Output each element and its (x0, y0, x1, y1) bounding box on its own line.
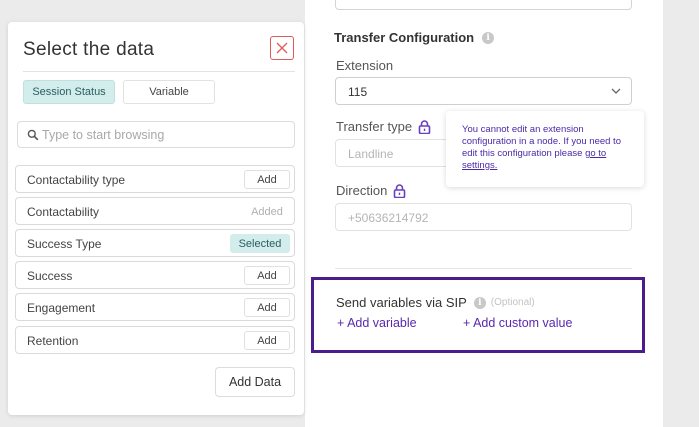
item-name: Contactability type (27, 173, 126, 187)
list-item: Engagement Add (15, 293, 295, 321)
transfer-config-panel: ` Transfer Configuration i Extension 115… (305, 0, 663, 427)
optional-label: (Optional) (490, 297, 535, 308)
direction-label: Direction (336, 183, 406, 198)
select-data-modal: Select the data Session Status Variable … (8, 22, 304, 415)
item-name: Retention (27, 334, 79, 348)
extension-label-text: Extension (336, 58, 394, 73)
modal-divider (23, 71, 295, 72)
list-item: Success Add (15, 261, 295, 289)
transfer-config-title: Transfer Configuration i (334, 30, 495, 45)
transfer-type-label: Transfer type (336, 119, 431, 134)
add-custom-value-button[interactable]: + Add custom value (463, 316, 572, 330)
close-button[interactable] (270, 36, 294, 60)
search-placeholder: Type to start browsing (42, 128, 165, 142)
extension-label: Extension (336, 58, 393, 73)
chevron-down-icon (611, 88, 621, 94)
divider (335, 268, 632, 269)
tab-variable[interactable]: Variable (123, 80, 215, 104)
sip-title-text: Send variables via SIP (336, 295, 467, 310)
add-button[interactable]: Add (244, 298, 290, 317)
add-variable-button[interactable]: + Add variable (337, 316, 417, 330)
transfer-type-value: Landline (348, 147, 394, 161)
search-icon (27, 129, 39, 141)
lock-icon (393, 183, 406, 198)
send-variables-sip-section: Send variables via SIP i (Optional) + Ad… (311, 277, 645, 353)
info-icon[interactable]: i (473, 296, 486, 309)
tab-session-status[interactable]: Session Status (23, 80, 115, 104)
add-button[interactable]: Add (244, 266, 290, 285)
add-data-button[interactable]: Add Data (215, 367, 295, 397)
direction-field: +50636214792 (335, 203, 632, 231)
modal-title: Select the data (23, 39, 155, 60)
item-name: Engagement (27, 301, 96, 315)
direction-value: +50636214792 (348, 211, 429, 225)
extension-select[interactable]: 115 (335, 77, 632, 105)
close-icon (276, 42, 288, 54)
search-input[interactable]: Type to start browsing (17, 121, 295, 148)
add-button[interactable]: Add (244, 170, 290, 189)
added-status: Added (244, 202, 290, 221)
item-name: Success (27, 269, 73, 283)
transfer-type-label-text: Transfer type (336, 119, 413, 134)
sip-title: Send variables via SIP i (Optional) (336, 295, 535, 310)
list-item: Contactability Added (15, 197, 295, 225)
list-item: Retention Add (15, 326, 295, 354)
section-title-text: Transfer Configuration (334, 30, 475, 45)
locked-config-tooltip: You cannot edit an extension configurati… (446, 111, 644, 187)
add-button[interactable]: Add (244, 331, 290, 350)
item-name: Contactability (27, 205, 100, 219)
top-field-partial[interactable]: ` (335, 0, 632, 10)
extension-value: 115 (348, 85, 368, 99)
list-item: Success Type Selected (15, 229, 295, 257)
info-icon[interactable]: i (482, 31, 495, 44)
item-name: Success Type (27, 237, 102, 251)
direction-label-text: Direction (336, 183, 388, 198)
lock-icon (418, 119, 431, 134)
list-item: Contactability type Add (15, 165, 295, 193)
selected-badge[interactable]: Selected (230, 234, 290, 253)
